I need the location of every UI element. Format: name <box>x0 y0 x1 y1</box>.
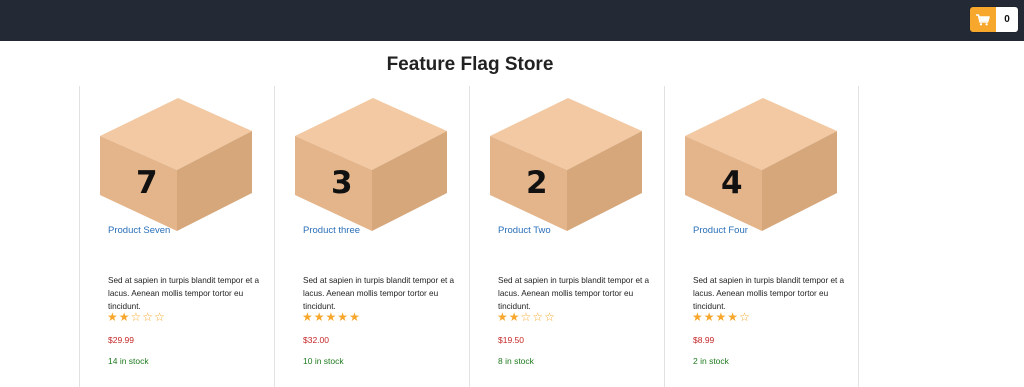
star-filled-icon: ★ <box>497 310 509 324</box>
rating-stars: ★★★★★ <box>302 310 361 324</box>
product-box-image[interactable]: 7 <box>94 98 259 233</box>
cart-button[interactable]: 0 <box>970 7 1018 32</box>
stock-status: 14 in stock <box>108 356 149 366</box>
star-filled-icon: ★ <box>325 310 338 324</box>
product-price: $32.00 <box>303 335 329 345</box>
star-empty-icon: ☆ <box>130 310 143 324</box>
product-card: 3 Product three Sed at sapien in turpis … <box>274 86 469 387</box>
svg-text:7: 7 <box>136 165 158 201</box>
stock-status: 10 in stock <box>303 356 344 366</box>
star-filled-icon: ★ <box>107 310 119 324</box>
stock-status: 8 in stock <box>498 356 534 366</box>
product-name-link[interactable]: Product three <box>303 225 360 236</box>
star-filled-icon: ★ <box>715 310 728 324</box>
product-description: Sed at sapien in turpis blandit tempor e… <box>108 276 260 311</box>
rating-stars: ★★★★☆ <box>692 310 751 324</box>
star-filled-icon: ★ <box>727 310 740 324</box>
product-description: Sed at sapien in turpis blandit tempor e… <box>693 276 845 311</box>
star-filled-icon: ★ <box>692 310 704 324</box>
product-price: $8.99 <box>693 335 715 345</box>
star-filled-icon: ★ <box>118 310 131 324</box>
star-filled-icon: ★ <box>349 310 361 324</box>
product-name-link[interactable]: Product Seven <box>108 225 170 236</box>
star-filled-icon: ★ <box>703 310 716 324</box>
cart-count-badge: 0 <box>996 7 1018 32</box>
rating-stars: ★★☆☆☆ <box>107 310 166 324</box>
product-grid: 7 Product Seven Sed at sapien in turpis … <box>79 86 859 387</box>
star-empty-icon: ☆ <box>520 310 533 324</box>
star-empty-icon: ☆ <box>154 310 166 324</box>
star-empty-icon: ☆ <box>142 310 155 324</box>
star-empty-icon: ☆ <box>544 310 556 324</box>
svg-text:2: 2 <box>526 165 548 201</box>
product-description: Sed at sapien in turpis blandit tempor e… <box>303 276 455 311</box>
product-card: 7 Product Seven Sed at sapien in turpis … <box>79 86 274 387</box>
star-filled-icon: ★ <box>302 310 314 324</box>
product-description: Sed at sapien in turpis blandit tempor e… <box>498 276 650 311</box>
product-box-image[interactable]: 2 <box>484 98 649 233</box>
product-price: $19.50 <box>498 335 524 345</box>
rating-stars: ★★☆☆☆ <box>497 310 556 324</box>
svg-text:4: 4 <box>721 165 743 201</box>
product-box-image[interactable]: 4 <box>679 98 844 233</box>
page-title: Feature Flag Store <box>386 54 554 75</box>
product-name-link[interactable]: Product Four <box>693 225 748 236</box>
star-filled-icon: ★ <box>337 310 350 324</box>
product-card: 2 Product Two Sed at sapien in turpis bl… <box>469 86 664 387</box>
product-price: $29.99 <box>108 335 134 345</box>
shopping-cart-icon <box>970 7 996 32</box>
top-navbar: 0 <box>0 0 1024 41</box>
product-card: 4 Product Four Sed at sapien in turpis b… <box>664 86 859 387</box>
svg-text:3: 3 <box>331 165 353 201</box>
star-filled-icon: ★ <box>313 310 326 324</box>
star-filled-icon: ★ <box>508 310 521 324</box>
product-box-image[interactable]: 3 <box>289 98 454 233</box>
star-empty-icon: ☆ <box>739 310 751 324</box>
product-name-link[interactable]: Product Two <box>498 225 551 236</box>
star-empty-icon: ☆ <box>532 310 545 324</box>
stock-status: 2 in stock <box>693 356 729 366</box>
